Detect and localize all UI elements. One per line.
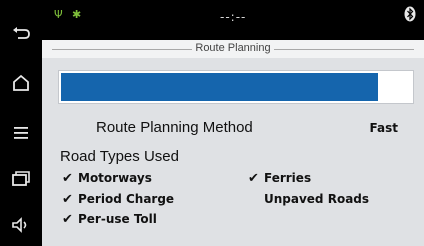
route-method-value[interactable]: Fast (370, 121, 398, 135)
home-icon[interactable] (0, 68, 42, 98)
status-bar: Ψ ✱ --:-- (42, 0, 424, 40)
road-type-item-unpaved-roads[interactable]: Unpaved Roads (248, 192, 369, 206)
window-icon[interactable] (0, 164, 42, 194)
road-type-item-period-charge[interactable]: ✔ Period Charge (62, 192, 174, 207)
android-debug-icon: ✱ (72, 8, 82, 21)
app-screen: Ψ ✱ --:-- Route Planning Route Planning … (42, 0, 424, 246)
usb-icon: Ψ (54, 8, 63, 21)
checkmark-icon: ✔ (62, 192, 73, 207)
page-header: Route Planning (42, 40, 424, 58)
back-icon[interactable] (0, 19, 42, 49)
route-method-label: Route Planning Method (96, 119, 253, 136)
road-type-item-per-use-toll[interactable]: ✔ Per-use Toll (62, 212, 157, 227)
bluetooth-icon (404, 6, 416, 22)
system-nav-bar (0, 0, 42, 246)
checkmark-icon: ✔ (62, 212, 73, 227)
progress-fill (61, 73, 378, 101)
volume-icon[interactable] (0, 210, 42, 240)
checkmark-icon: ✔ (248, 171, 259, 186)
checkmark-icon: ✔ (62, 171, 73, 186)
page-title: Route Planning (192, 42, 274, 54)
route-progress-bar (58, 70, 414, 104)
menu-icon[interactable] (0, 118, 42, 148)
road-types-heading: Road Types Used (60, 148, 179, 165)
status-time: --:-- (220, 10, 247, 24)
route-settings-panel: Route Planning Method Fast Road Types Us… (42, 58, 424, 246)
road-type-item-motorways[interactable]: ✔ Motorways (62, 171, 152, 186)
road-type-item-ferries[interactable]: ✔ Ferries (248, 171, 311, 186)
